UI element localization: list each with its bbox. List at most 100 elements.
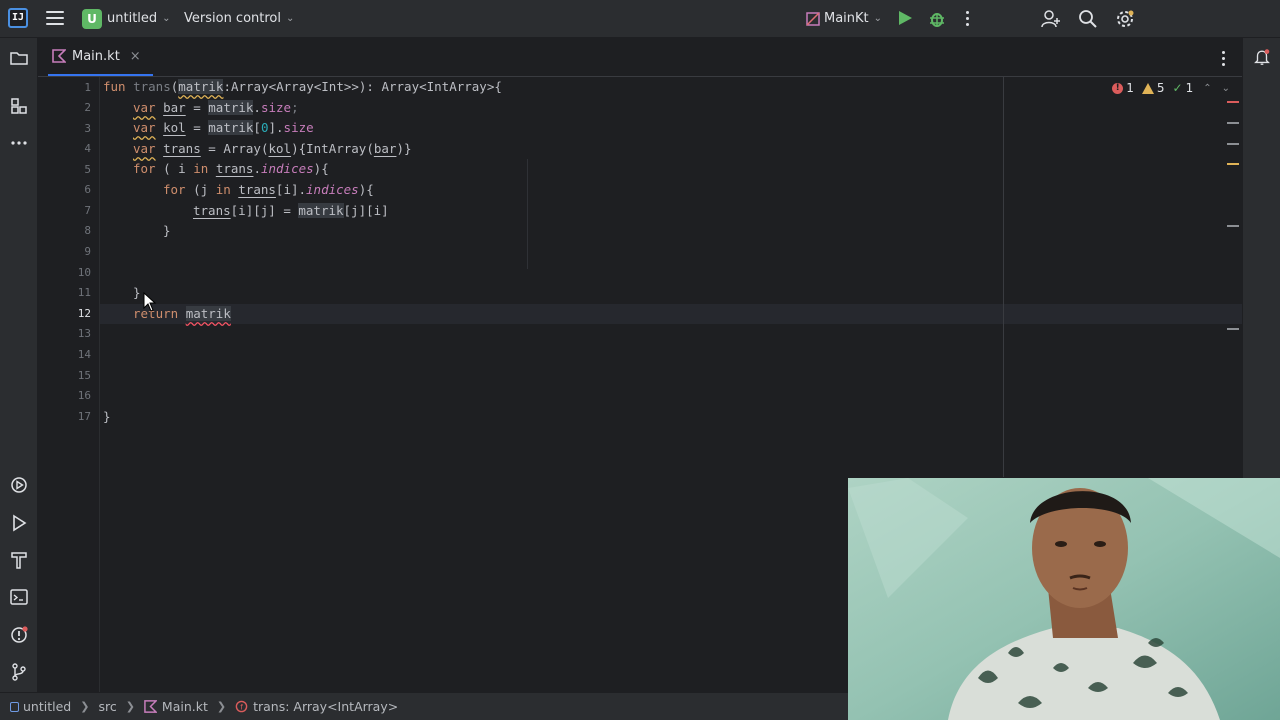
tab-options-icon[interactable] xyxy=(1222,51,1226,69)
kotlin-file-icon xyxy=(52,49,66,63)
weak-warning-count-value: 1 xyxy=(1185,81,1194,95)
vcs-selector[interactable]: Version control ⌄ xyxy=(184,11,294,26)
code-line-1[interactable]: fun trans(matrik:Array<Array<Int>>): Arr… xyxy=(103,77,502,97)
chevron-down-icon: ⌄ xyxy=(873,13,883,24)
code-token: . xyxy=(253,161,261,176)
code-line-8[interactable]: } xyxy=(163,221,171,241)
weak-warning-count[interactable]: ✓ 1 xyxy=(1173,81,1194,95)
services-icon[interactable] xyxy=(9,475,29,495)
line-number: 5 xyxy=(84,163,91,176)
code-line-2[interactable]: var bar = matrik.size; xyxy=(133,98,299,118)
breadcrumb-separator-icon: ❯ xyxy=(125,700,135,713)
code-token: [ xyxy=(253,120,261,135)
git-branch-icon[interactable] xyxy=(9,662,29,682)
chevron-down-icon[interactable]: ⌄ xyxy=(1222,83,1230,94)
error-stripe-mark[interactable] xyxy=(1227,101,1239,103)
debug-icon[interactable] xyxy=(927,9,947,29)
breadcrumb-separator-icon: ❯ xyxy=(80,700,90,713)
stripe-mark[interactable] xyxy=(1227,328,1239,330)
run-config-label: MainKt xyxy=(824,11,869,26)
variable-ref: kol xyxy=(268,141,292,156)
more-tools-icon[interactable] xyxy=(9,133,29,153)
error-count-value: 1 xyxy=(1126,81,1134,95)
code-line-4[interactable]: var trans = Array(kol){IntArray(bar)} xyxy=(133,139,412,159)
run-icon[interactable] xyxy=(899,11,912,25)
tab-close-icon[interactable]: × xyxy=(130,49,141,64)
stripe-mark[interactable] xyxy=(1227,143,1239,145)
breadcrumb-symbol[interactable]: f trans: Array<IntArray> xyxy=(235,699,398,714)
breadcrumb-project[interactable]: untitled xyxy=(10,699,71,714)
breadcrumb-file[interactable]: Main.kt xyxy=(144,699,208,714)
search-icon[interactable] xyxy=(1078,9,1098,29)
run-tool-icon[interactable] xyxy=(9,513,29,533)
main-menu-icon[interactable] xyxy=(46,11,64,25)
chevron-up-icon[interactable]: ⌃ xyxy=(1203,83,1211,94)
variable-ref: matrik xyxy=(208,120,254,135)
project-badge[interactable]: U xyxy=(82,9,102,29)
more-actions-icon[interactable] xyxy=(966,11,970,29)
tab-main-kt[interactable]: Main.kt × xyxy=(48,38,153,76)
function-icon: f xyxy=(235,700,248,713)
left-tool-strip xyxy=(0,38,38,692)
code-token: . xyxy=(253,100,261,115)
line-number: 2 xyxy=(84,101,91,114)
property: indices xyxy=(260,161,314,176)
notifications-bell-icon[interactable] xyxy=(1253,48,1271,66)
line-number: 7 xyxy=(84,204,91,217)
settings-gear-icon[interactable] xyxy=(1115,9,1135,29)
chevron-down-icon: ⌄ xyxy=(162,13,171,24)
variable-ref: trans xyxy=(215,161,254,176)
code-line-3[interactable]: var kol = matrik[0].size xyxy=(133,118,314,138)
variable-ref: trans xyxy=(238,182,276,197)
code-line-7[interactable]: trans[i][j] = matrik[j][i] xyxy=(193,201,389,221)
editor-tab-bar: Main.kt × xyxy=(38,38,1242,77)
line-number: 1 xyxy=(84,81,91,94)
project-folder-icon[interactable] xyxy=(9,48,29,68)
chevron-down-icon: ⌄ xyxy=(286,13,295,24)
code-token: )} xyxy=(396,141,412,156)
problems-icon[interactable] xyxy=(9,625,29,645)
code-token: [i][j] = xyxy=(230,203,299,218)
error-count[interactable]: ! 1 xyxy=(1112,81,1134,95)
warning-stripe-mark[interactable] xyxy=(1227,163,1239,165)
variable-name: bar xyxy=(163,100,186,115)
run-config-selector[interactable]: MainKt ⌄ xyxy=(824,11,882,26)
keyword: var xyxy=(133,120,156,135)
structure-icon[interactable] xyxy=(9,96,29,116)
line-number-gutter[interactable]: 1 2 3 4 5 6 7 8 9 10 11 12 13 14 15 16 1… xyxy=(38,77,100,692)
add-user-icon[interactable] xyxy=(1041,9,1061,29)
line-number-current: 12 xyxy=(77,307,91,320)
stripe-mark[interactable] xyxy=(1227,122,1239,124)
function-name: trans xyxy=(133,79,171,94)
breadcrumb-label: trans: Array<IntArray> xyxy=(253,699,399,714)
breadcrumb-src[interactable]: src xyxy=(98,699,116,714)
variable-ref: matrik xyxy=(208,100,254,115)
code-line-5[interactable]: for ( i in trans.indices){ xyxy=(133,159,329,179)
code-line-17[interactable]: } xyxy=(103,407,111,427)
variable-ref: matrik xyxy=(298,203,344,218)
line-number: 4 xyxy=(84,142,91,155)
warning-icon xyxy=(1141,82,1154,94)
keyword: var xyxy=(133,100,156,115)
kotlin-run-config-icon xyxy=(806,12,820,26)
code-token: } xyxy=(103,409,111,424)
check-icon: ✓ xyxy=(1172,81,1183,95)
code-token: (j xyxy=(185,182,216,197)
webcam-overlay xyxy=(848,478,1280,720)
code-line-6[interactable]: for (j in trans[i].indices){ xyxy=(163,180,374,200)
line-number: 17 xyxy=(77,410,91,423)
stripe-mark[interactable] xyxy=(1227,225,1239,227)
code-line-11[interactable]: } xyxy=(133,283,141,303)
project-selector[interactable]: untitled ⌄ xyxy=(107,11,171,26)
terminal-icon[interactable] xyxy=(9,587,29,607)
keyword: for xyxy=(133,161,156,176)
error-icon: ! xyxy=(1112,82,1124,94)
build-hammer-icon[interactable] xyxy=(9,550,29,570)
code-token: ]. xyxy=(268,120,284,135)
intellij-logo-icon[interactable]: IJ xyxy=(8,8,28,28)
warning-count[interactable]: 5 xyxy=(1141,81,1165,95)
inspection-widget[interactable]: ! 1 5 ✓ 1 ⌃ ⌄ xyxy=(1104,81,1230,95)
